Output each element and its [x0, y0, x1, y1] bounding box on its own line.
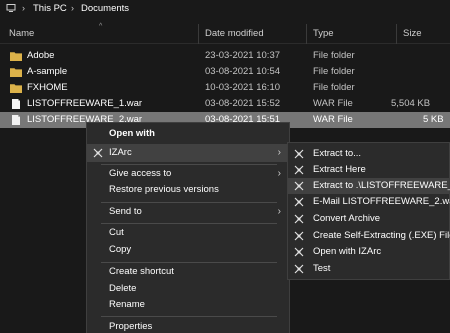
file-icon: [12, 115, 20, 125]
sort-ascending-icon: ^: [99, 23, 103, 30]
submenu-item-extract-to[interactable]: Extract to...: [288, 146, 449, 162]
file-type: WAR File: [313, 114, 353, 125]
column-date-modified[interactable]: Date modified: [199, 24, 264, 44]
submenu-item-label: Extract Here: [313, 164, 366, 175]
menu-item-label: Give access to: [109, 168, 172, 179]
izarc-icon: [294, 149, 304, 159]
menu-item-label: Open with: [109, 128, 155, 139]
column-name[interactable]: Name: [3, 24, 34, 44]
menu-item-label: Restore previous versions: [109, 184, 219, 195]
izarc-icon: [294, 181, 304, 191]
submenu-item-label: Extract to .\LISTOFFREEWARE_2: [313, 180, 450, 191]
menu-item-send-to[interactable]: Send to ›: [87, 203, 289, 221]
menu-item-copy[interactable]: Copy: [87, 241, 289, 259]
menu-item-label: Create shortcut: [109, 266, 174, 277]
file-date: 23-03-2021 10:37: [205, 50, 281, 61]
submenu-item-label: Open with IZArc: [313, 246, 382, 257]
submenu-item-convert-archive[interactable]: Convert Archive: [288, 211, 449, 227]
submenu-item-label: Test: [313, 263, 331, 274]
folder-icon: [10, 68, 22, 77]
izarc-icon: [294, 197, 304, 207]
chevron-right-icon: ›: [277, 147, 281, 158]
submenu-item-label: Convert Archive: [313, 213, 381, 224]
file-icon: [12, 99, 20, 109]
file-type: File folder: [313, 82, 355, 93]
menu-item-label: Delete: [109, 283, 137, 294]
menu-item-properties[interactable]: Properties: [87, 318, 289, 333]
file-name: Adobe: [27, 50, 55, 61]
address-bar[interactable]: › This PC › Documents: [0, 0, 450, 18]
submenu-item-label: E-Mail LISTOFFREEWARE_2.war: [313, 196, 450, 207]
menu-item-label: IZArc: [109, 147, 132, 158]
menu-item-izarc[interactable]: IZArc ›: [87, 144, 289, 162]
submenu-item-label: Create Self-Extracting (.EXE) File: [313, 230, 450, 241]
submenu-item-extract-here[interactable]: Extract Here: [288, 162, 449, 178]
izarc-icon: [93, 148, 103, 158]
file-row[interactable]: LISTOFFREEWARE_1.war 03-08-2021 15:52 WA…: [0, 96, 450, 112]
menu-item-label: Properties: [109, 321, 153, 332]
file-row[interactable]: Adobe 23-03-2021 10:37 File folder: [0, 48, 450, 64]
menu-item-label: Rename: [109, 299, 145, 310]
izarc-icon: [294, 214, 304, 224]
file-date: 10-03-2021 16:10: [205, 82, 281, 93]
file-row[interactable]: A-sample 03-08-2021 10:54 File folder: [0, 64, 450, 80]
menu-item-cut[interactable]: Cut: [87, 224, 289, 242]
menu-item-label: Send to: [109, 206, 142, 217]
chevron-right-icon: ›: [277, 206, 281, 217]
submenu-item-email[interactable]: E-Mail LISTOFFREEWARE_2.war: [288, 194, 450, 210]
menu-item-open-with[interactable]: Open with: [87, 125, 289, 143]
file-size: 5,504 KB: [391, 98, 431, 109]
menu-item-restore-previous-versions[interactable]: Restore previous versions: [87, 181, 289, 199]
submenu-item-label: Extract to...: [313, 148, 362, 159]
submenu-item-create-self-extracting[interactable]: Create Self-Extracting (.EXE) File: [288, 228, 450, 244]
menu-divider: [101, 316, 277, 317]
file-name: LISTOFFREEWARE_1.war: [27, 98, 143, 109]
file-type: File folder: [313, 50, 355, 61]
breadcrumb-this-pc[interactable]: This PC: [33, 3, 67, 14]
context-menu: Open with IZArc › Give access to › Resto…: [86, 122, 290, 333]
izarc-icon: [294, 231, 304, 241]
menu-item-create-shortcut[interactable]: Create shortcut: [87, 263, 289, 281]
file-row[interactable]: FXHOME 10-03-2021 16:10 File folder: [0, 80, 450, 96]
file-type: WAR File: [313, 98, 353, 109]
menu-item-rename[interactable]: Rename: [87, 296, 289, 314]
izarc-icon: [294, 165, 304, 175]
submenu-item-test[interactable]: Test: [288, 261, 449, 277]
computer-icon: [6, 4, 16, 12]
file-date: 03-08-2021 10:54: [205, 66, 281, 77]
folder-icon: [10, 84, 22, 93]
file-name: A-sample: [27, 66, 68, 77]
folder-icon: [10, 52, 22, 61]
submenu-item-extract-to-folder[interactable]: Extract to .\LISTOFFREEWARE_2: [288, 178, 450, 194]
menu-item-label: Copy: [109, 244, 132, 255]
breadcrumb-chevron-icon: ›: [22, 3, 25, 13]
izarc-icon: [294, 247, 304, 257]
menu-item-label: Cut: [109, 227, 124, 238]
izarc-submenu: Extract to... Extract Here Extract to .\…: [287, 142, 450, 280]
file-name: FXHOME: [27, 82, 68, 93]
file-date: 03-08-2021 15:52: [205, 98, 281, 109]
submenu-item-open-with-izarc[interactable]: Open with IZArc: [288, 244, 449, 260]
izarc-icon: [294, 264, 304, 274]
breadcrumb-documents[interactable]: Documents: [81, 3, 129, 14]
column-header-row: Name Date modified Type Size: [0, 24, 450, 44]
file-type: File folder: [313, 66, 355, 77]
breadcrumb-chevron-icon: ›: [71, 3, 74, 13]
column-type[interactable]: Type: [307, 24, 334, 44]
file-size: 5 KB: [423, 114, 444, 125]
column-size[interactable]: Size: [397, 24, 421, 44]
